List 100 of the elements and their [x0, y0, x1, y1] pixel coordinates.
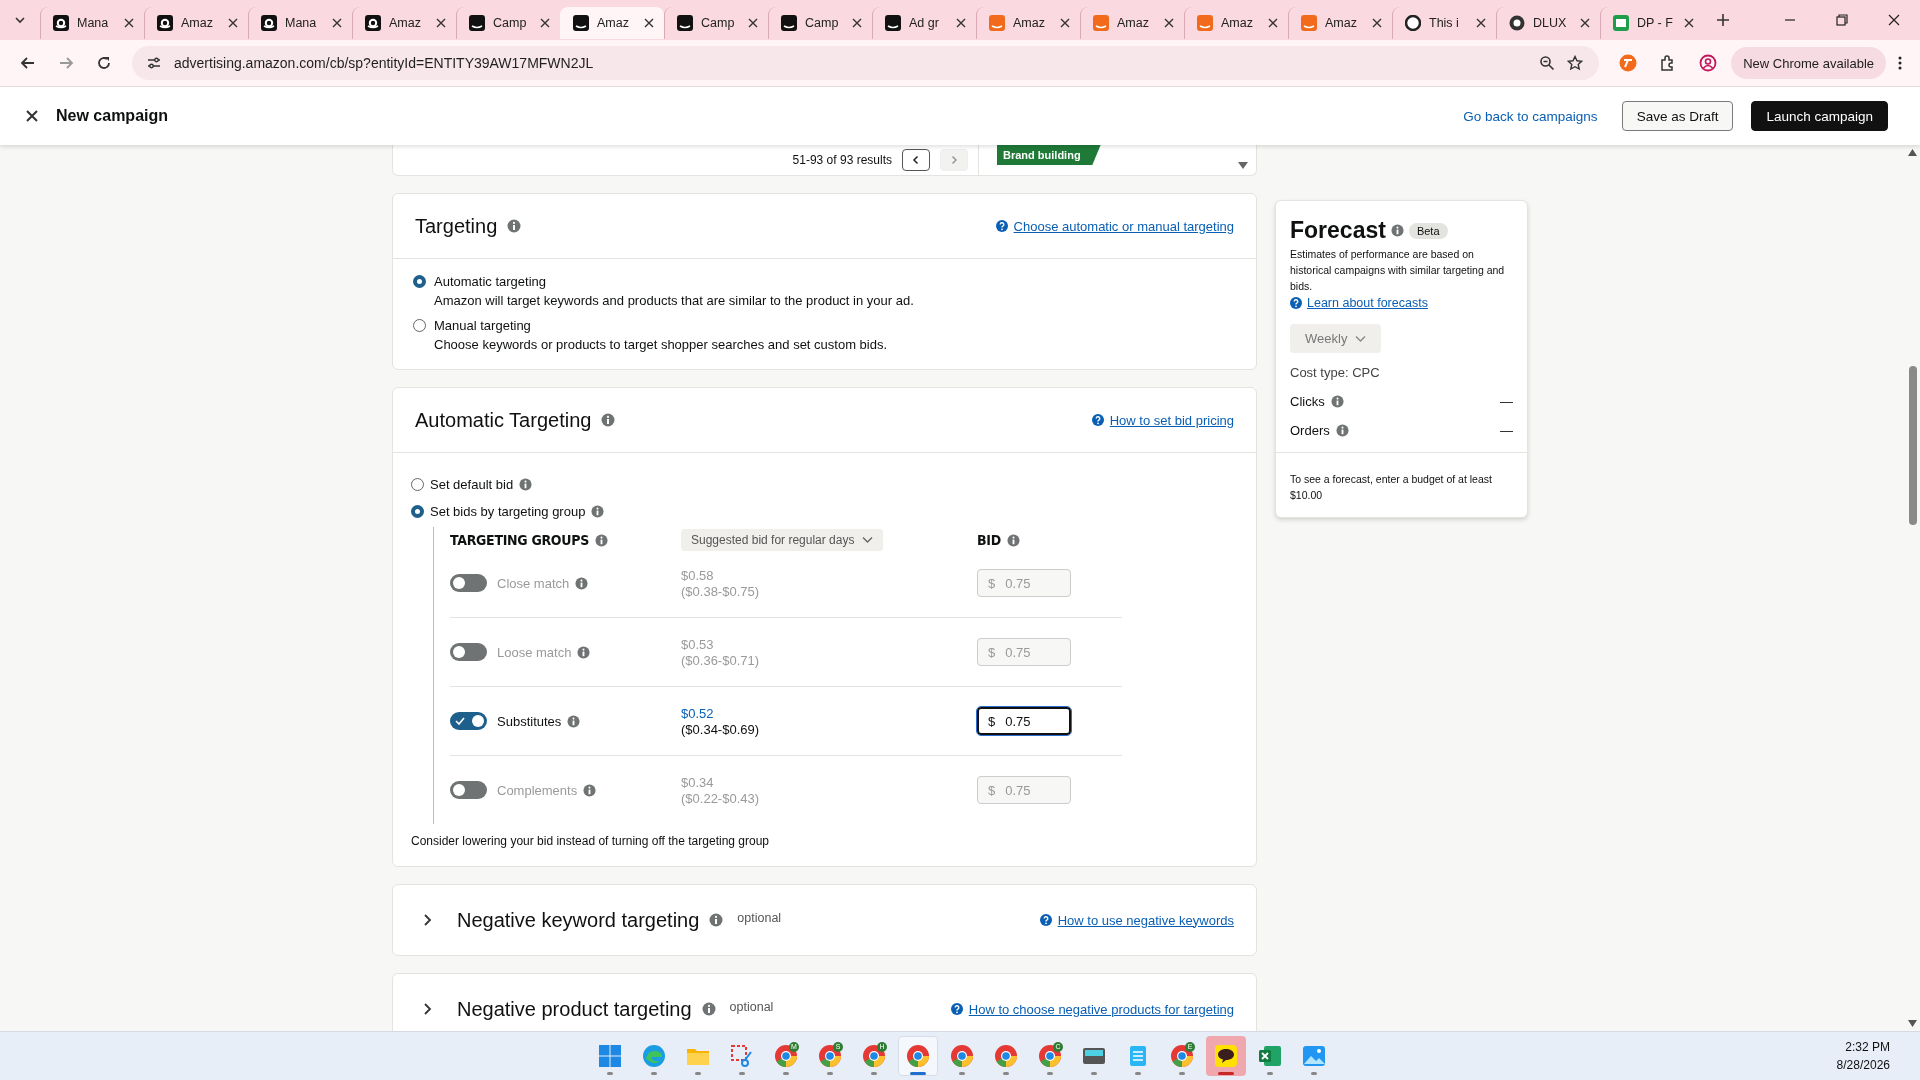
info-icon[interactable]: [507, 219, 522, 233]
close-icon[interactable]: [956, 18, 966, 28]
taskbar-button[interactable]: [1206, 1036, 1246, 1076]
back-link[interactable]: Go back to campaigns: [1463, 108, 1598, 124]
info-icon[interactable]: [591, 505, 605, 518]
close-icon[interactable]: [436, 18, 446, 28]
draft-button[interactable]: Save as Draft: [1621, 101, 1734, 131]
close-icon[interactable]: [1164, 18, 1174, 28]
browser-tab[interactable]: DP - F: [1600, 7, 1704, 39]
suggested-bid[interactable]: $0.52: [681, 705, 977, 721]
info-icon[interactable]: [575, 576, 589, 590]
browser-icon: [906, 1044, 930, 1068]
browser-tab[interactable]: Amaz: [144, 7, 248, 39]
tab-title: Amaz: [1325, 16, 1358, 30]
close-icon[interactable]: [332, 18, 342, 28]
bid-input[interactable]: $ 0.75: [977, 707, 1071, 735]
info-icon[interactable]: [1335, 424, 1349, 437]
toggle-switch[interactable]: [450, 712, 487, 730]
update-button[interactable]: New Chrome available: [1731, 47, 1886, 79]
launch-button[interactable]: Launch campaign: [1751, 101, 1888, 131]
close-icon[interactable]: [1476, 18, 1486, 28]
browser-tab[interactable]: Amaz: [1080, 7, 1184, 39]
browser-tab[interactable]: Camp: [456, 7, 560, 39]
browser-tab[interactable]: This i: [1392, 7, 1496, 39]
metric-value: —: [1500, 423, 1513, 438]
close-icon[interactable]: [124, 18, 134, 28]
info-icon[interactable]: [519, 478, 533, 491]
more-icon[interactable]: [1898, 56, 1902, 70]
radio-button[interactable]: [411, 505, 424, 518]
expand-icon[interactable]: [423, 913, 433, 927]
info-icon[interactable]: [1390, 224, 1404, 237]
info-icon[interactable]: [1330, 395, 1344, 408]
extension-icon[interactable]: [1619, 54, 1638, 72]
browser-tab[interactable]: Amaz: [976, 7, 1080, 39]
help-link[interactable]: Choose automatic or manual targeting: [1013, 218, 1234, 234]
info-icon[interactable]: [601, 413, 616, 427]
close-icon[interactable]: [1060, 18, 1070, 28]
close-icon[interactable]: [852, 18, 862, 28]
browser-tab[interactable]: Amaz: [1184, 7, 1288, 39]
info-icon[interactable]: [583, 783, 597, 797]
scroll-down-icon[interactable]: [1238, 162, 1248, 170]
learn-link[interactable]: Learn about forecasts: [1307, 296, 1428, 310]
zoom-icon[interactable]: [1539, 55, 1556, 71]
address-bar[interactable]: advertising.amazon.com/cb/sp?entityId=ENTITY39AW17MFWN2JL: [132, 46, 1600, 80]
info-icon[interactable]: [709, 913, 724, 927]
close-icon[interactable]: [1888, 14, 1900, 26]
toggle-switch[interactable]: [450, 643, 487, 661]
clock-date: 8/28/2026: [1836, 1058, 1890, 1072]
close-icon[interactable]: [1268, 18, 1278, 28]
info-icon[interactable]: [567, 714, 581, 728]
site-settings-icon[interactable]: [146, 55, 162, 71]
close-icon[interactable]: [26, 110, 38, 122]
reload-icon[interactable]: [96, 55, 112, 71]
browser-tab[interactable]: Amaz: [1288, 7, 1392, 39]
expand-icon[interactable]: [423, 1002, 433, 1016]
browser-tab[interactable]: Camp: [768, 7, 872, 39]
info-icon[interactable]: [577, 645, 591, 659]
previous-page-button[interactable]: [902, 149, 930, 171]
close-icon[interactable]: [748, 18, 758, 28]
profile-icon[interactable]: [1699, 54, 1718, 72]
tab-title: Camp: [493, 16, 528, 30]
help-link[interactable]: How to use negative keywords: [1057, 912, 1234, 928]
scrollbar-thumb[interactable]: [1908, 366, 1917, 525]
star-icon[interactable]: [1567, 55, 1584, 71]
scroll-down-icon[interactable]: [1908, 1020, 1917, 1027]
radio-button[interactable]: [413, 319, 426, 332]
forward-icon[interactable]: [58, 55, 74, 71]
browser-tab[interactable]: Mana: [40, 7, 144, 39]
new-tab-icon[interactable]: [1716, 13, 1730, 27]
scroll-up-icon[interactable]: [1908, 149, 1917, 156]
info-icon[interactable]: [701, 1002, 716, 1016]
radio-button[interactable]: [413, 275, 426, 288]
browser-tab[interactable]: DLUX: [1496, 7, 1600, 39]
close-icon[interactable]: [1580, 18, 1590, 28]
toggle-switch[interactable]: [450, 781, 487, 799]
tab-title: Amaz: [181, 16, 214, 30]
info-icon[interactable]: [594, 533, 608, 547]
browser-tab[interactable]: Amaz: [560, 7, 664, 39]
help-link[interactable]: How to set bid pricing: [1109, 412, 1234, 428]
period-dropdown[interactable]: Weekly: [1290, 324, 1382, 353]
close-icon[interactable]: [644, 18, 654, 28]
browser-tab[interactable]: Ad gr: [872, 7, 976, 39]
radio-button[interactable]: [411, 478, 424, 491]
close-icon[interactable]: [228, 18, 238, 28]
info-icon[interactable]: [1006, 533, 1020, 547]
restore-icon[interactable]: [1836, 14, 1848, 26]
browser-tab[interactable]: Camp: [664, 7, 768, 39]
favicon-icon: [1197, 15, 1213, 31]
browser-tab[interactable]: Mana: [248, 7, 352, 39]
suggested-bid-dropdown[interactable]: Suggested bid for regular days: [681, 529, 884, 551]
toggle-switch[interactable]: [450, 574, 487, 592]
close-icon[interactable]: [1372, 18, 1382, 28]
help-link[interactable]: How to choose negative products for targeting: [968, 1001, 1234, 1017]
browser-tab[interactable]: Amaz: [352, 7, 456, 39]
close-icon[interactable]: [540, 18, 550, 28]
favicon-icon: [1613, 15, 1629, 31]
help-icon: [995, 220, 1008, 232]
back-icon[interactable]: [20, 55, 36, 71]
close-icon[interactable]: [1684, 18, 1694, 28]
section-title: Automatic Targeting: [415, 408, 592, 432]
